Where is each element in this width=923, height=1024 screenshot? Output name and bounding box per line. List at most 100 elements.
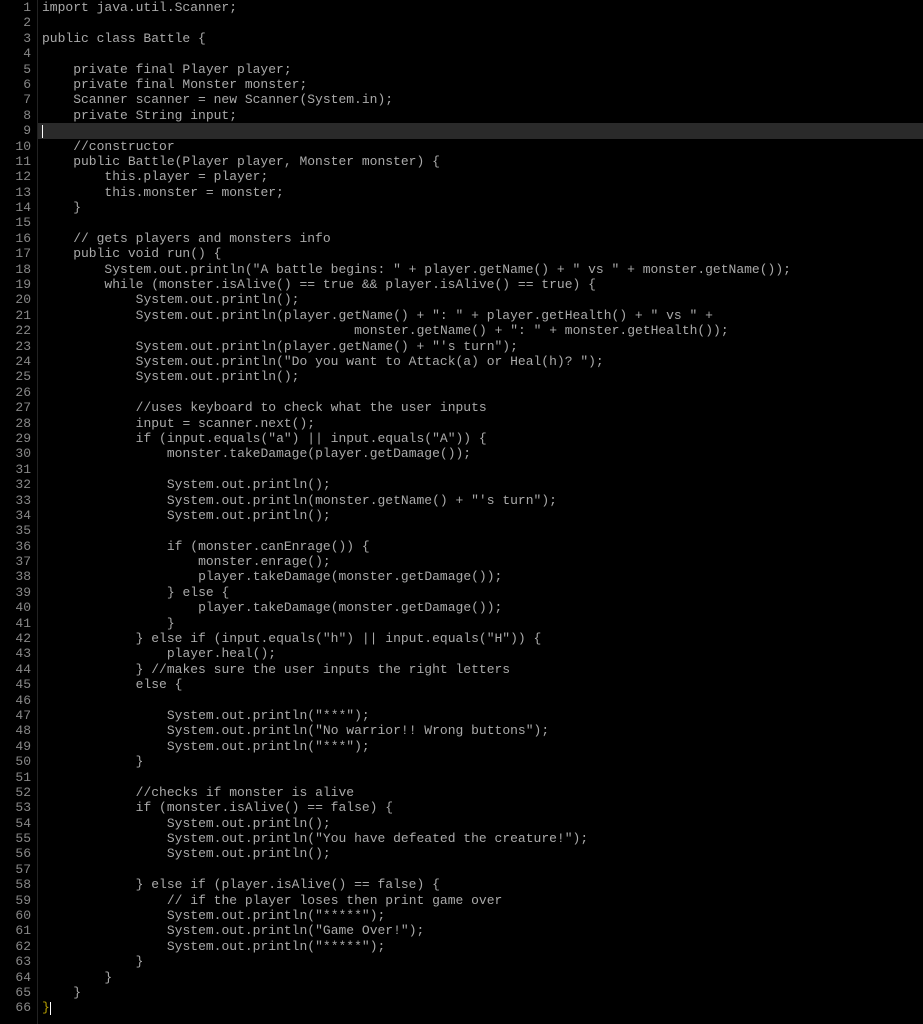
line-number: 53 — [0, 800, 31, 815]
code-line[interactable] — [38, 385, 923, 400]
code-line[interactable]: System.out.println("Game Over!"); — [38, 923, 923, 938]
code-line[interactable]: monster.enrage(); — [38, 554, 923, 569]
code-line[interactable]: else { — [38, 677, 923, 692]
code-line[interactable]: public class Battle { — [38, 31, 923, 46]
line-number: 58 — [0, 877, 31, 892]
code-line[interactable]: //constructor — [38, 139, 923, 154]
code-editor[interactable]: 1234567891011121314151617181920212223242… — [0, 0, 923, 1024]
line-number: 5 — [0, 62, 31, 77]
code-line[interactable]: System.out.println("No warrior!! Wrong b… — [38, 723, 923, 738]
line-number: 54 — [0, 816, 31, 831]
code-line[interactable]: // gets players and monsters info — [38, 231, 923, 246]
code-line[interactable]: monster.takeDamage(player.getDamage()); — [38, 446, 923, 461]
code-line[interactable]: player.takeDamage(monster.getDamage()); — [38, 569, 923, 584]
code-line[interactable] — [38, 123, 923, 138]
code-line[interactable]: System.out.println(player.getName() + ":… — [38, 308, 923, 323]
code-line[interactable]: } else { — [38, 585, 923, 600]
code-line[interactable]: this.monster = monster; — [38, 185, 923, 200]
code-line[interactable]: Scanner scanner = new Scanner(System.in)… — [38, 92, 923, 107]
code-line[interactable]: System.out.println("A battle begins: " +… — [38, 262, 923, 277]
code-line[interactable]: System.out.println(player.getName() + "'… — [38, 339, 923, 354]
line-number: 17 — [0, 246, 31, 261]
code-line[interactable]: System.out.println(); — [38, 508, 923, 523]
line-number: 29 — [0, 431, 31, 446]
code-line[interactable] — [38, 523, 923, 538]
code-line[interactable]: } else if (player.isAlive() == false) { — [38, 877, 923, 892]
code-line[interactable]: // if the player loses then print game o… — [38, 893, 923, 908]
line-number: 62 — [0, 939, 31, 954]
code-line[interactable]: System.out.println(monster.getName() + "… — [38, 493, 923, 508]
code-line[interactable]: System.out.println(); — [38, 292, 923, 307]
line-number: 11 — [0, 154, 31, 169]
code-line[interactable] — [38, 46, 923, 61]
line-number: 39 — [0, 585, 31, 600]
line-number: 66 — [0, 1000, 31, 1015]
line-number: 34 — [0, 508, 31, 523]
code-line[interactable]: input = scanner.next(); — [38, 416, 923, 431]
line-number: 33 — [0, 493, 31, 508]
code-line[interactable]: } — [38, 616, 923, 631]
code-line[interactable]: public Battle(Player player, Monster mon… — [38, 154, 923, 169]
line-number: 49 — [0, 739, 31, 754]
line-number: 48 — [0, 723, 31, 738]
code-line[interactable] — [38, 215, 923, 230]
code-line[interactable]: while (monster.isAlive() == true && play… — [38, 277, 923, 292]
code-line[interactable]: System.out.println("***"); — [38, 708, 923, 723]
code-line[interactable]: private final Monster monster; — [38, 77, 923, 92]
line-number: 21 — [0, 308, 31, 323]
code-line[interactable] — [38, 862, 923, 877]
code-line[interactable]: if (monster.isAlive() == false) { — [38, 800, 923, 815]
line-number: 40 — [0, 600, 31, 615]
code-line[interactable]: } — [38, 754, 923, 769]
line-number: 15 — [0, 215, 31, 230]
code-line[interactable]: System.out.println("Do you want to Attac… — [38, 354, 923, 369]
code-line[interactable] — [38, 770, 923, 785]
line-number: 27 — [0, 400, 31, 415]
code-line[interactable]: public void run() { — [38, 246, 923, 261]
code-line[interactable]: player.takeDamage(monster.getDamage()); — [38, 600, 923, 615]
code-line[interactable]: System.out.println(); — [38, 816, 923, 831]
code-line[interactable]: private String input; — [38, 108, 923, 123]
code-line[interactable]: if (monster.canEnrage()) { — [38, 539, 923, 554]
code-line[interactable]: System.out.println(); — [38, 477, 923, 492]
code-line[interactable]: //checks if monster is alive — [38, 785, 923, 800]
code-line[interactable]: } — [38, 970, 923, 985]
code-area[interactable]: import java.util.Scanner; public class Ba… — [38, 0, 923, 1024]
line-number: 41 — [0, 616, 31, 631]
code-line[interactable]: } — [38, 985, 923, 1000]
code-line[interactable]: //uses keyboard to check what the user i… — [38, 400, 923, 415]
line-number: 23 — [0, 339, 31, 354]
code-line[interactable]: this.player = player; — [38, 169, 923, 184]
code-line[interactable]: System.out.println(); — [38, 846, 923, 861]
line-number: 13 — [0, 185, 31, 200]
line-number: 65 — [0, 985, 31, 1000]
code-line[interactable]: monster.getName() + ": " + monster.getHe… — [38, 323, 923, 338]
line-number: 28 — [0, 416, 31, 431]
line-number: 61 — [0, 923, 31, 938]
code-line[interactable]: } //makes sure the user inputs the right… — [38, 662, 923, 677]
code-line[interactable]: System.out.println(); — [38, 369, 923, 384]
code-line[interactable]: import java.util.Scanner; — [38, 0, 923, 15]
code-line[interactable]: if (input.equals("a") || input.equals("A… — [38, 431, 923, 446]
code-line[interactable]: } else if (input.equals("h") || input.eq… — [38, 631, 923, 646]
code-line[interactable]: player.heal(); — [38, 646, 923, 661]
line-number: 44 — [0, 662, 31, 677]
code-line[interactable] — [38, 15, 923, 30]
line-number: 30 — [0, 446, 31, 461]
code-line[interactable]: System.out.println("*****"); — [38, 939, 923, 954]
code-line[interactable]: } — [38, 200, 923, 215]
code-line[interactable]: System.out.println("***"); — [38, 739, 923, 754]
line-number: 6 — [0, 77, 31, 92]
code-line[interactable]: } — [38, 954, 923, 969]
line-number: 55 — [0, 831, 31, 846]
code-line[interactable]: private final Player player; — [38, 62, 923, 77]
line-number: 8 — [0, 108, 31, 123]
code-line[interactable]: System.out.println("*****"); — [38, 908, 923, 923]
line-number: 36 — [0, 539, 31, 554]
line-number: 18 — [0, 262, 31, 277]
code-line[interactable] — [38, 693, 923, 708]
code-line[interactable]: } — [38, 1000, 923, 1015]
code-line[interactable]: System.out.println("You have defeated th… — [38, 831, 923, 846]
code-line[interactable] — [38, 462, 923, 477]
line-number: 56 — [0, 846, 31, 861]
